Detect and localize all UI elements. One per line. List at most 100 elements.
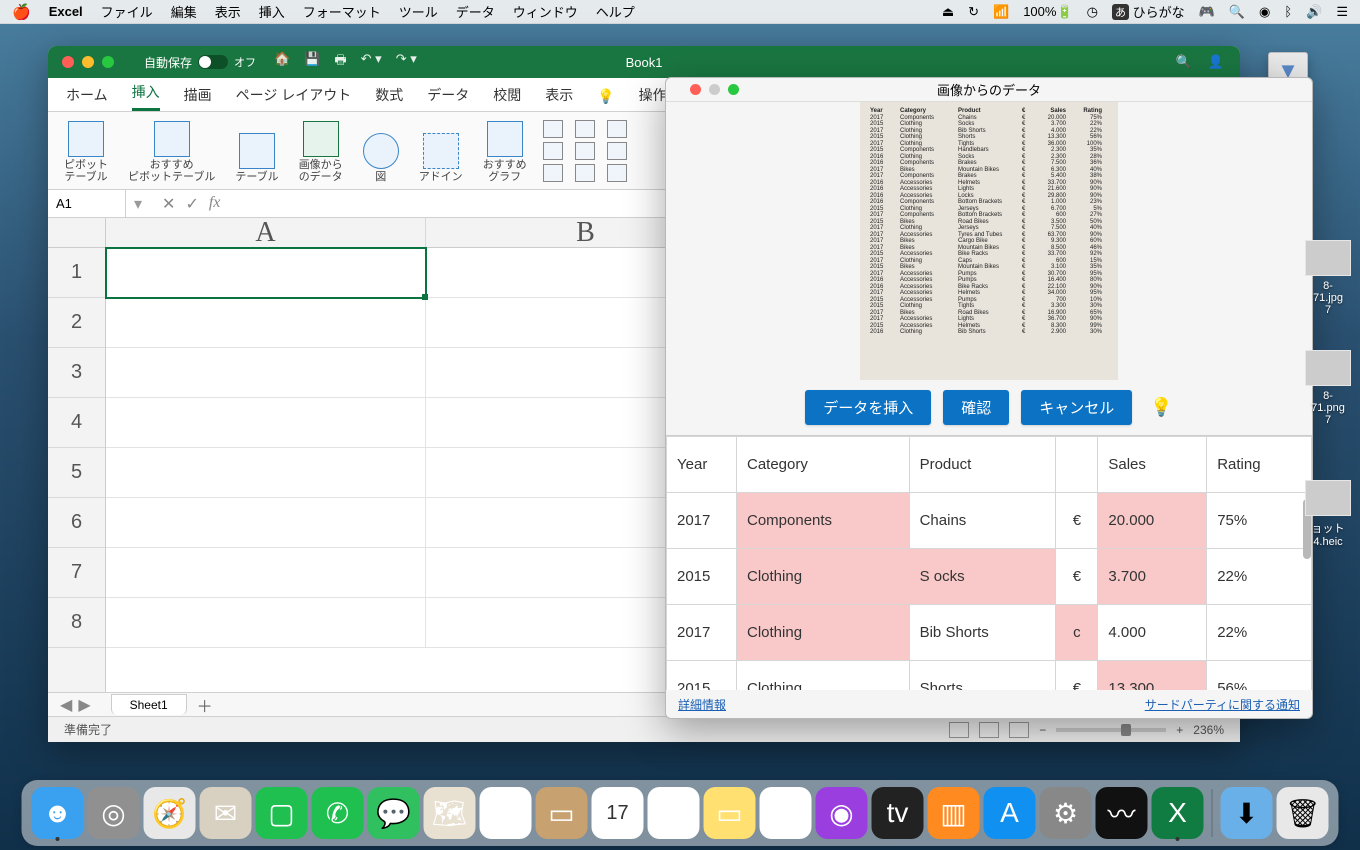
tab-pagelayout[interactable]: ページ レイアウト [236,85,352,111]
ribbon-recommended-pivot[interactable]: おすすめ ピボットテーブル [124,116,219,185]
table-cell[interactable]: Clothing [737,661,910,691]
pagelayout-view-icon[interactable] [979,722,999,738]
table-cell[interactable]: 2015 [667,661,737,691]
row-header[interactable]: 7 [48,548,105,598]
dialog-fullscreen-button[interactable] [728,84,739,95]
desktop-file[interactable]: 8- 71.png 7 [1298,350,1358,426]
ribbon-recommended-charts[interactable]: おすすめ グラフ [479,116,531,185]
table-cell[interactable]: 56% [1207,661,1312,691]
dock-mail[interactable]: ✉ [200,787,252,839]
dock-excel[interactable]: X [1152,787,1204,839]
dock-activity[interactable]: 〰 [1096,787,1148,839]
table-cell[interactable]: 2017 [667,493,737,549]
desktop-file[interactable]: 8- 71.jpg 7 [1298,240,1358,316]
cell[interactable] [106,548,426,598]
table-cell[interactable]: Clothing [737,549,910,605]
save-icon[interactable]: 💾 [304,51,320,73]
dock-downloads[interactable]: ⬇ [1221,787,1273,839]
tips-bulb-icon[interactable]: 💡 [1150,397,1172,418]
tab-home[interactable]: ホーム [66,85,108,111]
dock-phone[interactable]: ✆ [312,787,364,839]
timemachine-icon[interactable]: ↻ [968,4,979,20]
dock-safari[interactable]: 🧭 [144,787,196,839]
tab-formulas[interactable]: 数式 [375,85,403,111]
dock-appstore[interactable]: A [984,787,1036,839]
dock-settings[interactable]: ⚙ [1040,787,1092,839]
apple-menu[interactable]: 🍎 [12,3,31,21]
enter-formula-icon[interactable]: ✓ [185,194,198,214]
ribbon-datafrompicture[interactable]: 画像から のデータ [295,116,347,185]
chart-mini-icon[interactable] [607,142,627,160]
row-header[interactable]: 1 [48,248,105,298]
wifi-icon[interactable]: 📶 [993,4,1009,20]
clock-icon[interactable]: ◷ [1087,4,1098,20]
table-cell[interactable]: Shorts [909,661,1056,691]
row-header[interactable]: 2 [48,298,105,348]
row-header[interactable]: 3 [48,348,105,398]
table-cell[interactable]: € [1056,493,1098,549]
detail-link[interactable]: 詳細情報 [678,696,726,713]
dock-finder[interactable]: ☻ [32,787,84,839]
dock-messages[interactable]: 💬 [368,787,420,839]
cell[interactable] [106,498,426,548]
chart-mini-icon[interactable] [543,120,563,138]
cell[interactable] [106,298,426,348]
undo-icon[interactable]: ↶ ▾ [361,51,382,73]
ime-status[interactable]: あ ひらがな [1112,2,1185,21]
name-box-dropdown-icon[interactable]: ▾ [126,194,150,214]
gamecenter-icon[interactable]: 🎮 [1199,4,1215,20]
share-icon[interactable]: 👤 [1208,54,1224,70]
table-cell[interactable]: € [1056,661,1098,691]
row-header[interactable]: 4 [48,398,105,448]
table-cell[interactable]: 2015 [667,549,737,605]
table-cell[interactable]: 2017 [667,605,737,661]
row-header[interactable]: 8 [48,598,105,648]
dock-photos[interactable]: ✿ [480,787,532,839]
dock-calendar[interactable]: 17 [592,787,644,839]
chart-mini-icon[interactable] [607,120,627,138]
dialog-close-button[interactable] [690,84,701,95]
dock-notes[interactable]: ▭ [704,787,756,839]
column-header[interactable]: Year [667,437,737,493]
sheet-prev-icon[interactable]: ◀ [60,695,72,715]
eject-icon[interactable]: ⏏ [942,4,954,20]
dock-contacts[interactable]: ▭ [536,787,588,839]
sheet-next-icon[interactable]: ▶ [78,695,90,715]
menu-view[interactable]: 表示 [215,2,241,21]
table-cell[interactable]: € [1056,549,1098,605]
ribbon-table[interactable]: テーブル [231,116,282,185]
minimize-button[interactable] [82,56,94,68]
print-icon[interactable]: 🖶 [334,51,346,73]
table-cell[interactable]: 3.700 [1098,549,1207,605]
ribbon-addins[interactable]: アドイン [415,116,467,185]
cell[interactable] [106,398,426,448]
cell-a1[interactable] [106,248,426,298]
col-header[interactable]: A [106,218,426,247]
dock-facetime[interactable]: ▢ [256,787,308,839]
cancel-formula-icon[interactable]: ✕ [162,194,175,214]
table-cell[interactable]: 4.000 [1098,605,1207,661]
name-box[interactable]: A1 [48,190,126,217]
cell[interactable] [106,598,426,648]
control-center-icon[interactable]: ☰ [1336,4,1348,20]
table-cell[interactable]: 13.300 [1098,661,1207,691]
fx-icon[interactable]: fx [209,194,221,214]
insert-data-button[interactable]: データを挿入 [805,390,931,425]
dock-books[interactable]: ▥ [928,787,980,839]
menu-data[interactable]: データ [456,2,495,21]
cancel-button[interactable]: キャンセル [1021,390,1132,425]
search-icon[interactable]: 🔍 [1176,54,1192,70]
chart-mini-icon[interactable] [543,164,563,182]
tab-data[interactable]: データ [427,85,469,111]
table-row[interactable]: 2015ClothingS ocks€3.70022% [667,549,1312,605]
pagebreak-view-icon[interactable] [1009,722,1029,738]
dock-tv[interactable]: tv [872,787,924,839]
ribbon-illustrations[interactable]: 図 [359,116,403,185]
table-cell[interactable]: Components [737,493,910,549]
menu-file[interactable]: ファイル [101,2,153,21]
chart-mini-icon[interactable] [575,164,595,182]
table-cell[interactable]: Chains [909,493,1056,549]
zoom-out-button[interactable]: − [1039,723,1046,737]
menu-window[interactable]: ウィンドウ [513,2,578,21]
close-button[interactable] [62,56,74,68]
